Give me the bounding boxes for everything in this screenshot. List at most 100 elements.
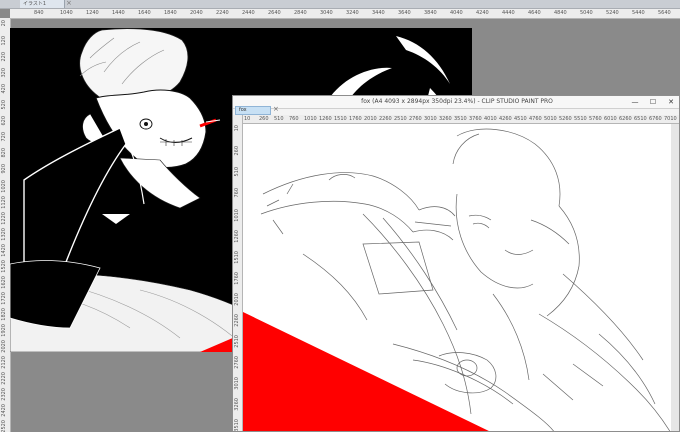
ruler-number: 820 [1, 148, 7, 158]
ruler-number: 3840 [424, 10, 437, 16]
ruler-number: 420 [1, 84, 7, 94]
ruler-number: 3040 [320, 10, 333, 16]
back-tab-close-icon[interactable]: × [66, 0, 72, 7]
ruler-number: 260 [259, 116, 269, 122]
ruler-number: 510 [274, 116, 284, 122]
ruler-number: 2240 [216, 10, 229, 16]
ruler-number: 2020 [1, 340, 7, 353]
ruler-number: 2840 [294, 10, 307, 16]
minimize-button[interactable]: — [627, 96, 643, 108]
ruler-number: 5240 [606, 10, 619, 16]
ruler-number: 20 [1, 20, 7, 27]
ruler-number: 4260 [499, 116, 512, 122]
ruler-number: 1010 [234, 209, 240, 222]
ruler-number: 520 [1, 100, 7, 110]
front-document-tab[interactable]: fox [235, 106, 271, 115]
ruler-number: 2420 [1, 404, 7, 417]
ruler-number: 1420 [1, 244, 7, 257]
ruler-number: 1260 [319, 116, 332, 122]
front-vertical-scrollbar[interactable] [671, 124, 679, 431]
ruler-number: 1760 [349, 116, 362, 122]
ruler-number: 2640 [268, 10, 281, 16]
ruler-number: 5510 [574, 116, 587, 122]
ruler-number: 4010 [484, 116, 497, 122]
ruler-number: 6010 [604, 116, 617, 122]
ruler-number: 260 [234, 146, 240, 156]
ruler-number: 2010 [234, 293, 240, 306]
ruler-number: 3260 [234, 398, 240, 411]
close-window-button[interactable]: ✕ [663, 96, 679, 108]
ruler-number: 1510 [234, 251, 240, 264]
ruler-number: 2510 [234, 335, 240, 348]
ruler-number: 3640 [398, 10, 411, 16]
ruler-number: 1040 [60, 10, 73, 16]
ruler-number: 10 [244, 116, 251, 122]
ruler-number: 6260 [619, 116, 632, 122]
ruler-number: 220 [1, 52, 7, 62]
ruler-number: 4840 [554, 10, 567, 16]
ruler-number: 2440 [242, 10, 255, 16]
back-document-tab[interactable]: イラスト1 [20, 0, 65, 8]
ruler-number: 2260 [379, 116, 392, 122]
back-tab-label: イラスト1 [23, 1, 47, 7]
ruler-number: 1720 [1, 292, 7, 305]
ruler-number: 3440 [372, 10, 385, 16]
ruler-number: 3260 [439, 116, 452, 122]
ruler-number: 2120 [1, 356, 7, 369]
ruler-number: 1020 [1, 180, 7, 193]
ruler-number: 2040 [190, 10, 203, 16]
ruler-number: 3510 [234, 419, 240, 432]
ruler-number: 5760 [589, 116, 602, 122]
ruler-number: 2760 [234, 356, 240, 369]
ruler-number: 1010 [304, 116, 317, 122]
front-document-window[interactable]: fox (A4 4093 x 2894px 350dpi 23.4%) - CL… [232, 95, 680, 432]
ruler-number: 1520 [1, 260, 7, 273]
ruler-number: 4760 [529, 116, 542, 122]
ruler-number: 3760 [469, 116, 482, 122]
front-canvas-sketch[interactable] [243, 124, 671, 432]
ruler-number: 5010 [544, 116, 557, 122]
ruler-number: 1120 [1, 196, 7, 209]
ruler-number: 760 [234, 188, 240, 198]
ruler-number: 6510 [634, 116, 647, 122]
ruler-number: 3010 [234, 377, 240, 390]
ruler-number: 5440 [632, 10, 645, 16]
ruler-number: 4040 [450, 10, 463, 16]
ruler-number: 2260 [234, 314, 240, 327]
ruler-number: 3010 [424, 116, 437, 122]
front-horizontal-ruler[interactable]: 10 260 510 760 1010 1260 1510 1760 2010 2260 2510 2… [242, 115, 679, 124]
ruler-number: 1220 [1, 212, 7, 225]
ruler-number: 4440 [502, 10, 515, 16]
back-window-titlebar[interactable]: イラスト1 × [0, 0, 680, 9]
ruler-number: 120 [1, 36, 7, 46]
ruler-number: 2320 [1, 388, 7, 401]
ruler-number: 1920 [1, 324, 7, 337]
ruler-number: 3240 [346, 10, 359, 16]
ruler-number: 5260 [559, 116, 572, 122]
maximize-button[interactable]: ☐ [645, 96, 661, 108]
front-window-titlebar[interactable]: fox (A4 4093 x 2894px 350dpi 23.4%) - CL… [233, 96, 679, 109]
ruler-number: 5040 [580, 10, 593, 16]
ruler-number: 1260 [234, 230, 240, 243]
ruler-number: 1820 [1, 308, 7, 321]
ruler-number: 1620 [1, 276, 7, 289]
front-tab-label: fox [239, 107, 247, 113]
ruler-number: 4240 [476, 10, 489, 16]
ruler-number: 1760 [234, 272, 240, 285]
ruler-number: 510 [234, 167, 240, 177]
ruler-number: 320 [1, 68, 7, 78]
ruler-number: 2520 [1, 420, 7, 432]
ruler-number: 920 [1, 164, 7, 174]
ruler-number: 6760 [649, 116, 662, 122]
ruler-number: 1640 [138, 10, 151, 16]
back-horizontal-ruler[interactable]: 840 1040 1240 1440 1640 1840 2040 2240 2440 2640 2… [10, 9, 680, 19]
ruler-number: 760 [289, 116, 299, 122]
ruler-number: 2510 [394, 116, 407, 122]
ruler-number: 1320 [1, 228, 7, 241]
front-tab-close-icon[interactable]: × [273, 105, 279, 114]
ruler-number: 1240 [86, 10, 99, 16]
ruler-number: 7010 [664, 116, 677, 122]
ruler-number: 4640 [528, 10, 541, 16]
ruler-number: 2220 [1, 372, 7, 385]
front-vertical-ruler[interactable]: 10 260 510 760 1010 1260 1510 1760 2010 2260 2510 2… [233, 115, 243, 432]
